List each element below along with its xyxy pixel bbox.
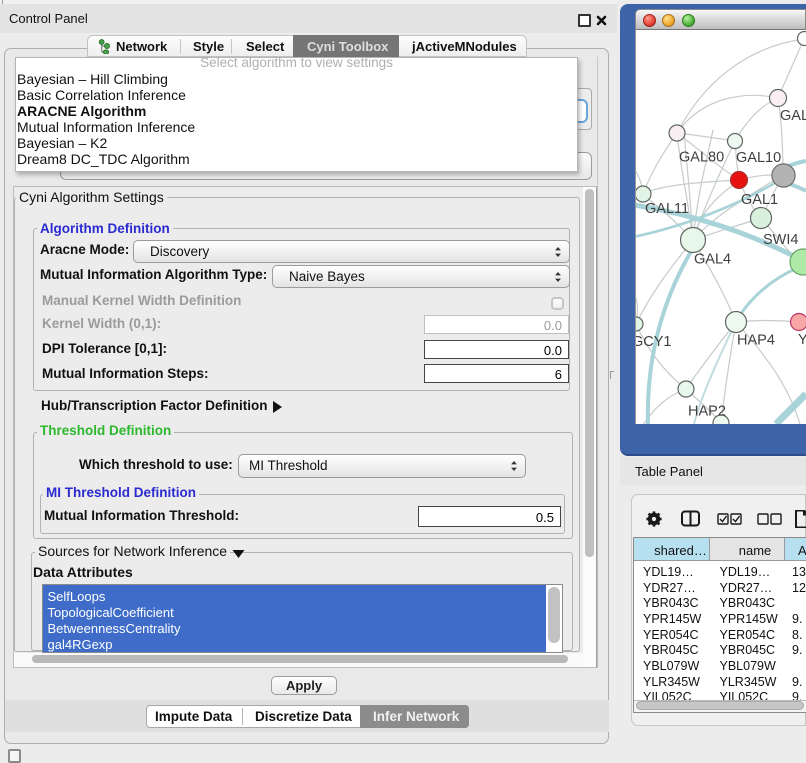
svg-text:GAL80: GAL80 (679, 150, 724, 166)
svg-text:GAL10: GAL10 (736, 150, 781, 166)
svg-text:GCY1: GCY1 (636, 334, 672, 350)
svg-text:HAP4: HAP4 (737, 333, 775, 349)
svg-text:GAL1: GAL1 (741, 192, 778, 208)
svg-text:GAL4: GAL4 (694, 252, 731, 268)
svg-text:GAL7: GAL7 (780, 108, 806, 124)
svg-text:YB: YB (798, 332, 806, 348)
svg-text:HAP2: HAP2 (688, 404, 726, 420)
svg-text:SWI4: SWI4 (763, 232, 798, 248)
svg-text:GAL11: GAL11 (645, 201, 689, 217)
